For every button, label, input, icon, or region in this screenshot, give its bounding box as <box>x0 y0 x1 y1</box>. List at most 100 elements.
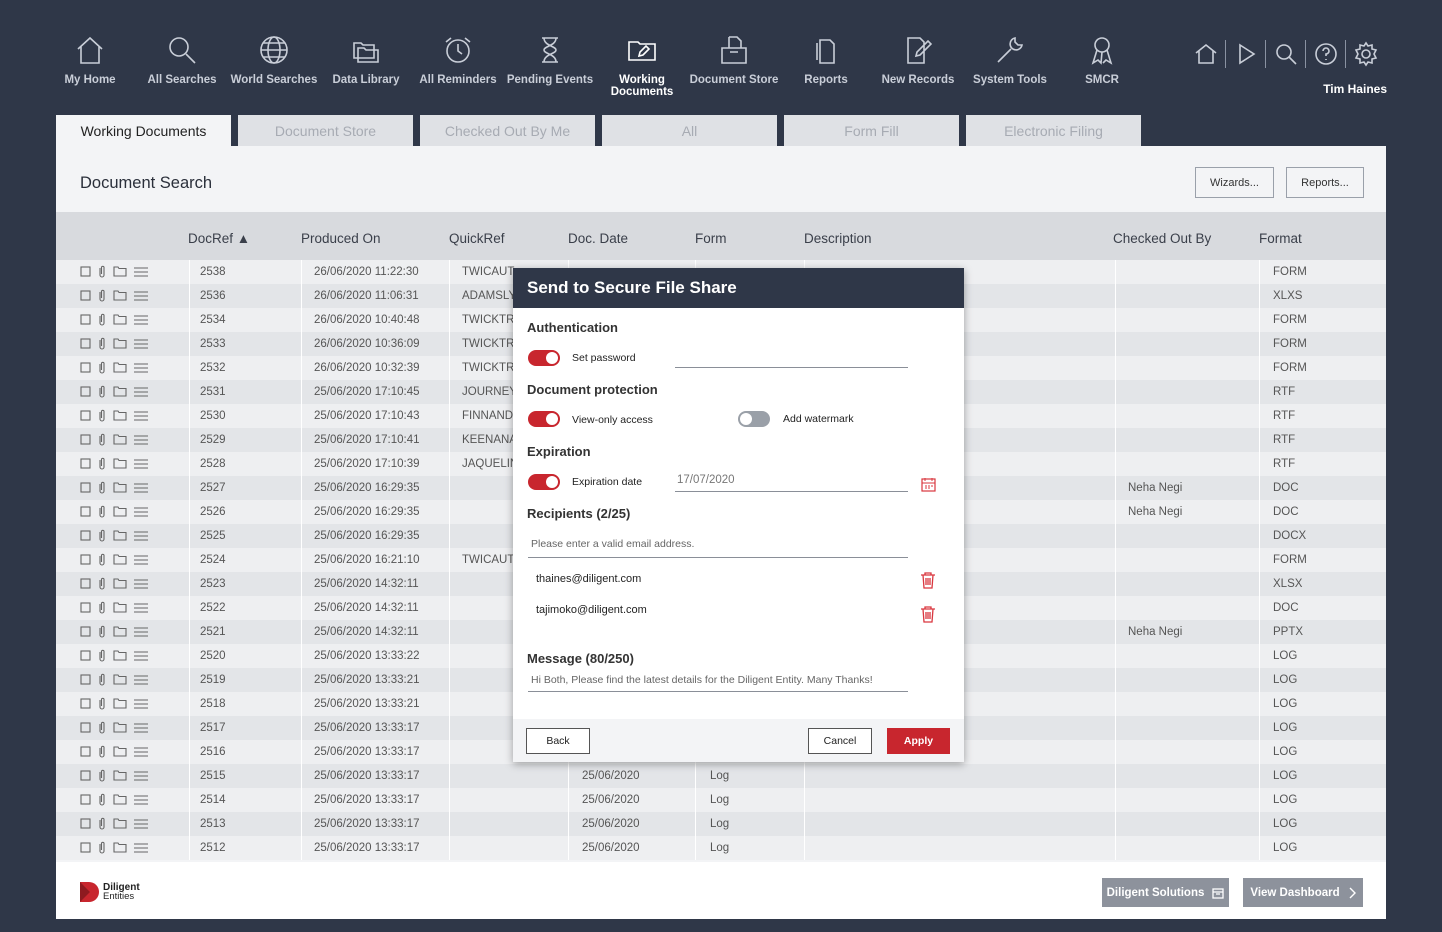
tab-electronic-filing[interactable]: Electronic Filing <box>966 115 1141 146</box>
folder-icon[interactable] <box>113 794 127 805</box>
cancel-button[interactable]: Cancel <box>808 728 872 754</box>
folder-icon[interactable] <box>113 290 127 301</box>
checkbox-icon[interactable] <box>80 290 91 301</box>
checkbox-icon[interactable] <box>80 362 91 373</box>
column-header-format[interactable]: Format <box>1259 231 1302 246</box>
checkbox-icon[interactable] <box>80 650 91 661</box>
folder-icon[interactable] <box>113 362 127 373</box>
menu-icon[interactable] <box>134 362 148 373</box>
nav-system-tools[interactable]: System Tools <box>964 30 1056 102</box>
menu-icon[interactable] <box>134 506 148 517</box>
paperclip-icon[interactable] <box>98 361 106 374</box>
home-icon[interactable] <box>1186 40 1226 68</box>
tab-form-fill[interactable]: Form Fill <box>784 115 959 146</box>
folder-icon[interactable] <box>113 314 127 325</box>
table-row[interactable]: 2514 25/06/2020 13:33:17 25/06/2020 Log LOG <box>56 788 1386 812</box>
paperclip-icon[interactable] <box>98 601 106 614</box>
nav-reports[interactable]: Reports <box>780 30 872 102</box>
folder-icon[interactable] <box>113 650 127 661</box>
menu-icon[interactable] <box>134 602 148 613</box>
folder-icon[interactable] <box>113 530 127 541</box>
menu-icon[interactable] <box>134 578 148 589</box>
nav-smcr[interactable]: SMCR <box>1056 30 1148 102</box>
trash-icon[interactable] <box>920 571 936 594</box>
expiration-toggle[interactable] <box>528 474 560 490</box>
nav-world-searches[interactable]: World Searches <box>228 30 320 102</box>
table-row[interactable]: 2512 25/06/2020 13:33:17 25/06/2020 Log LOG <box>56 836 1386 860</box>
back-button[interactable]: Back <box>526 728 590 754</box>
menu-icon[interactable] <box>134 386 148 397</box>
checkbox-icon[interactable] <box>80 506 91 517</box>
view-only-toggle[interactable] <box>528 411 560 427</box>
column-header-form[interactable]: Form <box>695 231 727 246</box>
nav-all-reminders[interactable]: All Reminders <box>412 30 504 102</box>
nav-working-documents[interactable]: Working Documents <box>596 30 688 102</box>
folder-icon[interactable] <box>113 434 127 445</box>
folder-icon[interactable] <box>113 410 127 421</box>
menu-icon[interactable] <box>134 698 148 709</box>
menu-icon[interactable] <box>134 818 148 829</box>
checkbox-icon[interactable] <box>80 746 91 757</box>
nav-document-store[interactable]: Document Store <box>688 30 780 102</box>
menu-icon[interactable] <box>134 530 148 541</box>
checkbox-icon[interactable] <box>80 770 91 781</box>
checkbox-icon[interactable] <box>80 530 91 541</box>
checkbox-icon[interactable] <box>80 626 91 637</box>
user-name[interactable]: Tim Haines <box>1323 82 1387 96</box>
checkbox-icon[interactable] <box>80 434 91 445</box>
play-icon[interactable] <box>1226 40 1266 68</box>
folder-icon[interactable] <box>113 674 127 685</box>
paperclip-icon[interactable] <box>98 481 106 494</box>
menu-icon[interactable] <box>134 674 148 685</box>
paperclip-icon[interactable] <box>98 409 106 422</box>
checkbox-icon[interactable] <box>80 314 91 325</box>
checkbox-icon[interactable] <box>80 674 91 685</box>
paperclip-icon[interactable] <box>98 433 106 446</box>
menu-icon[interactable] <box>134 722 148 733</box>
folder-icon[interactable] <box>113 458 127 469</box>
column-header-produced-on[interactable]: Produced On <box>301 231 381 246</box>
paperclip-icon[interactable] <box>98 625 106 638</box>
folder-icon[interactable] <box>113 770 127 781</box>
column-header-quickref[interactable]: QuickRef <box>449 231 505 246</box>
expiration-date-input[interactable]: 17/07/2020 <box>675 474 908 492</box>
menu-icon[interactable] <box>134 554 148 565</box>
checkbox-icon[interactable] <box>80 338 91 349</box>
reports-button[interactable]: Reports... <box>1286 167 1364 198</box>
paperclip-icon[interactable] <box>98 721 106 734</box>
table-row[interactable]: 2513 25/06/2020 13:33:17 25/06/2020 Log LOG <box>56 812 1386 836</box>
menu-icon[interactable] <box>134 290 148 301</box>
paperclip-icon[interactable] <box>98 577 106 590</box>
folder-icon[interactable] <box>113 266 127 277</box>
checkbox-icon[interactable] <box>80 482 91 493</box>
folder-icon[interactable] <box>113 386 127 397</box>
gear-icon[interactable] <box>1346 40 1386 68</box>
folder-icon[interactable] <box>113 722 127 733</box>
help-icon[interactable] <box>1306 40 1346 68</box>
folder-icon[interactable] <box>113 482 127 493</box>
paperclip-icon[interactable] <box>98 457 106 470</box>
nav-all-searches[interactable]: All Searches <box>136 30 228 102</box>
tab-document-store[interactable]: Document Store <box>238 115 413 146</box>
menu-icon[interactable] <box>134 794 148 805</box>
column-header-description[interactable]: Description <box>804 231 872 246</box>
folder-icon[interactable] <box>113 842 127 853</box>
checkbox-icon[interactable] <box>80 410 91 421</box>
watermark-toggle[interactable] <box>738 411 770 427</box>
menu-icon[interactable] <box>134 266 148 277</box>
paperclip-icon[interactable] <box>98 793 106 806</box>
folder-icon[interactable] <box>113 338 127 349</box>
view-dashboard-button[interactable]: View Dashboard <box>1243 878 1363 907</box>
column-header-checked-out-by[interactable]: Checked Out By <box>1113 231 1211 246</box>
trash-icon[interactable] <box>920 605 936 628</box>
checkbox-icon[interactable] <box>80 386 91 397</box>
checkbox-icon[interactable] <box>80 794 91 805</box>
wizards-button[interactable]: Wizards... <box>1195 167 1274 198</box>
recipient-email-input[interactable]: Please enter a valid email address. <box>528 538 908 558</box>
checkbox-icon[interactable] <box>80 266 91 277</box>
nav-pending-events[interactable]: Pending Events <box>504 30 596 102</box>
folder-icon[interactable] <box>113 602 127 613</box>
folder-icon[interactable] <box>113 554 127 565</box>
checkbox-icon[interactable] <box>80 818 91 829</box>
checkbox-icon[interactable] <box>80 722 91 733</box>
